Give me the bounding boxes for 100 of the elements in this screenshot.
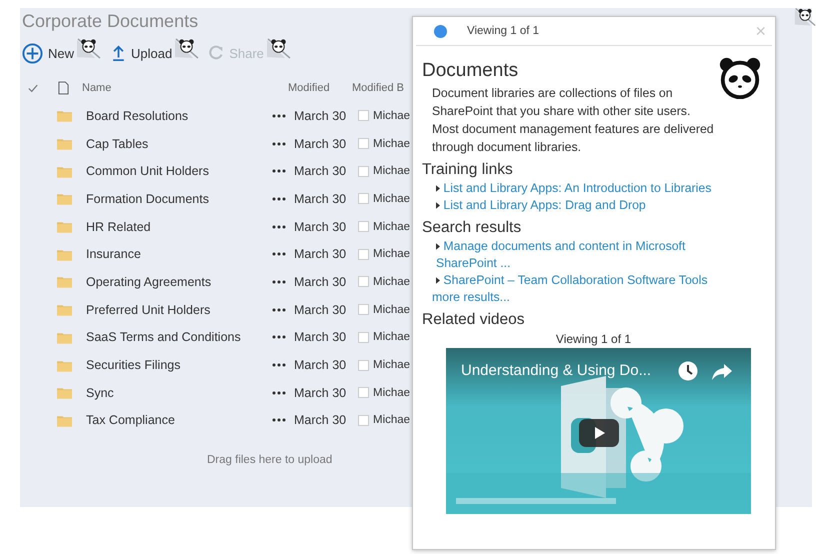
modified-by: Michae — [373, 165, 410, 178]
checkbox[interactable] — [358, 248, 369, 260]
modified-by: Michae — [373, 276, 410, 288]
more-icon[interactable] — [272, 280, 286, 284]
folder-name[interactable]: Tax Compliance — [86, 413, 266, 428]
checkbox[interactable] — [358, 387, 369, 398]
more-icon[interactable] — [272, 114, 286, 118]
help-link[interactable]: List and Library Apps: Drag and Drop — [432, 197, 736, 214]
more-icon[interactable] — [272, 252, 286, 256]
modified-by: Michae — [373, 386, 410, 399]
checkbox[interactable] — [358, 304, 369, 316]
panda-icon — [174, 38, 200, 58]
modified-by: Michae — [373, 110, 410, 122]
more-icon[interactable] — [272, 418, 286, 422]
toolbar-button[interactable]: Upload — [101, 45, 172, 61]
panda-icon — [266, 38, 291, 58]
folder-icon — [57, 358, 72, 372]
folder-icon — [57, 137, 72, 150]
folder-icon — [57, 303, 72, 316]
modified-by: Michae — [373, 414, 410, 426]
status-dot — [434, 24, 447, 38]
upload-icon — [111, 45, 126, 61]
folder-icon — [57, 192, 72, 206]
checkbox[interactable] — [358, 166, 369, 177]
panda-icon — [718, 56, 762, 100]
bullet-icon — [436, 202, 440, 209]
folder-icon — [57, 220, 72, 234]
folder-name[interactable]: HR Related — [86, 220, 266, 234]
checkbox[interactable] — [358, 360, 369, 371]
modified-date: March 30 — [294, 330, 348, 344]
checkbox[interactable] — [358, 276, 369, 288]
folder-name[interactable]: Sync — [86, 386, 266, 400]
clock-icon[interactable] — [678, 361, 698, 381]
help-link[interactable]: Manage documents and content in Microsoft SharePoint ... — [432, 238, 736, 272]
folder-icon — [57, 386, 72, 400]
modified-by: Michae — [373, 248, 410, 260]
folder-name[interactable]: Preferred Unit Holders — [86, 302, 266, 317]
more-icon[interactable] — [272, 169, 286, 174]
plus-icon — [22, 42, 43, 64]
column-header[interactable]: Modified B — [352, 82, 404, 94]
checkbox[interactable] — [358, 138, 369, 150]
play-button[interactable] — [579, 419, 619, 447]
folder-icon — [57, 109, 72, 122]
folder-name[interactable]: Common Unit Holders — [86, 164, 266, 178]
more-icon[interactable] — [272, 142, 286, 146]
more-icon[interactable] — [272, 308, 286, 312]
share-icon — [209, 45, 224, 61]
share-arrow-icon[interactable] — [712, 364, 732, 380]
modified-by: Michae — [373, 331, 410, 344]
modified-by: Michae — [373, 304, 410, 316]
folder-name[interactable]: Cap Tables — [86, 136, 266, 151]
modified-date: March 30 — [294, 247, 348, 262]
section-heading: Search results — [422, 218, 522, 238]
pager-text: Viewing 1 of 1 — [554, 332, 632, 346]
modified-by: Michae — [373, 220, 410, 233]
checkbox[interactable] — [358, 193, 369, 204]
column-header[interactable]: Name — [82, 82, 262, 94]
modified-date: March 30 — [294, 220, 348, 234]
folder-name[interactable]: Board Resolutions — [86, 108, 266, 123]
toolbar-button[interactable]: New — [20, 42, 74, 64]
modified-by: Michae — [373, 192, 410, 205]
folder-icon — [57, 275, 72, 288]
folder-icon — [57, 164, 72, 178]
modified-date: March 30 — [294, 386, 348, 400]
folder-icon — [57, 330, 72, 344]
bullet-icon — [436, 243, 440, 250]
folder-name[interactable]: Operating Agreements — [86, 274, 266, 289]
folder-name[interactable]: Formation Documents — [86, 192, 266, 206]
modified-date: March 30 — [294, 302, 348, 317]
more-icon[interactable] — [272, 390, 286, 395]
drop-hint: Drag files here to upload — [207, 454, 334, 466]
checkbox[interactable] — [358, 332, 369, 343]
folder-name[interactable]: SaaS Terms and Conditions — [86, 330, 266, 344]
library-title: Corporate Documents — [22, 11, 198, 32]
modified-date: March 30 — [294, 192, 348, 206]
folder-name[interactable]: Insurance — [86, 247, 266, 262]
modified-date: March 30 — [294, 358, 348, 372]
modified-date: March 30 — [294, 274, 348, 289]
modified-by: Michae — [373, 138, 410, 150]
more-icon[interactable] — [272, 196, 286, 201]
more-icon[interactable] — [272, 335, 286, 340]
folder-name[interactable]: Securities Filings — [86, 358, 266, 372]
checkbox[interactable] — [358, 221, 369, 232]
more-icon[interactable] — [272, 363, 286, 368]
column-header[interactable]: Modified — [288, 82, 352, 94]
checkbox[interactable] — [358, 414, 369, 426]
section-heading: Training links — [422, 160, 514, 180]
help-link[interactable]: SharePoint – Team Collaboration Software Tools — [432, 272, 736, 289]
panda-icon — [794, 7, 816, 27]
pager-text: Viewing 1 of 1 — [467, 25, 540, 37]
video-title: Understanding & Using Do... — [461, 362, 652, 379]
bullet-icon — [436, 185, 440, 192]
help-link[interactable]: List and Library Apps: An Introduction to Libraries — [432, 180, 736, 197]
checkmark-icon[interactable] — [28, 84, 38, 92]
description-text: Document libraries are collections of files on SharePoint that you share with other site users. Most document management features are delivered through document libraries. — [432, 85, 715, 156]
more-results-link[interactable]: more results... — [432, 290, 510, 304]
more-icon[interactable] — [272, 224, 286, 229]
section-heading: Related videos — [422, 310, 526, 330]
checkbox[interactable] — [358, 110, 369, 122]
modified-date: March 30 — [294, 108, 348, 123]
